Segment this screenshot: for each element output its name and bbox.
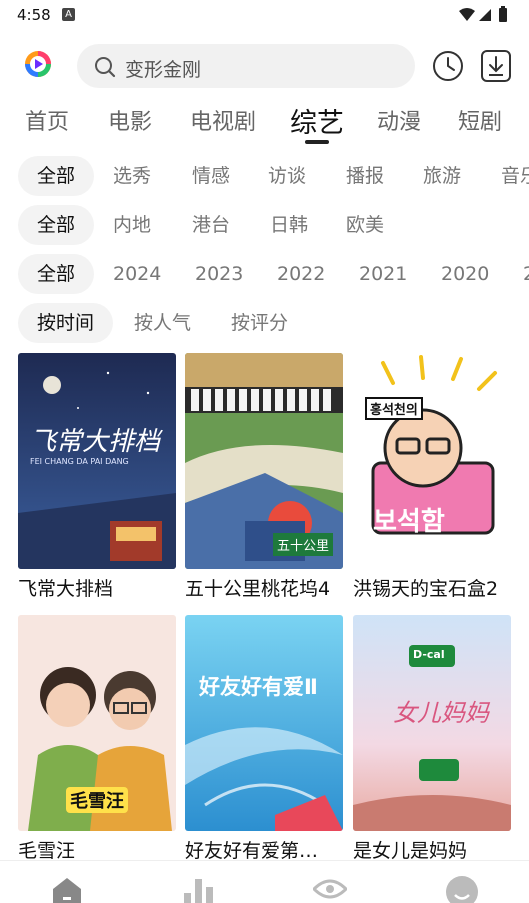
sort-chip[interactable]: 按评分	[231, 303, 288, 343]
signal-icon	[479, 9, 491, 21]
poster-title: 飞常大排档	[30, 427, 161, 457]
poster-image: 好友好有爱Ⅱ	[185, 615, 343, 831]
filter-chip[interactable]: 2021	[359, 254, 407, 294]
download-button[interactable]	[481, 50, 511, 86]
show-card[interactable]: D-cal 女儿妈妈 是女儿是妈妈	[353, 615, 511, 862]
wifi-icon	[459, 8, 475, 21]
download-icon	[481, 50, 511, 82]
show-card[interactable]: 홍석천의 보석함 洪锡天的宝石盒2	[353, 353, 511, 600]
history-button[interactable]	[432, 50, 464, 86]
tab-home[interactable]: 首页	[25, 104, 69, 136]
filter-chip[interactable]: 2024	[113, 254, 161, 294]
tab-tv[interactable]: 电视剧	[190, 104, 256, 136]
poster-image: 飞常大排档 FEI CHANG DA PAI DANG	[18, 353, 176, 569]
poster-image: 홍석천의 보석함	[353, 353, 511, 569]
notification-icon: A	[62, 8, 75, 21]
filter-sort: 按时间 按人气 按评分	[0, 303, 529, 345]
filter-chip[interactable]: 全部	[18, 205, 95, 245]
status-bar: 4:58 A	[0, 0, 529, 30]
poster-subtitle: FEI CHANG DA PAI DANG	[30, 457, 129, 466]
profile-icon[interactable]	[445, 875, 479, 903]
tab-movie[interactable]: 电影	[108, 104, 152, 136]
filter-chip[interactable]: 内地	[113, 205, 151, 245]
eye-icon[interactable]	[311, 875, 349, 903]
filter-chip[interactable]: 全部	[18, 156, 95, 196]
header: 变形金刚	[0, 40, 529, 96]
home-icon[interactable]	[50, 875, 84, 903]
filter-year: 全部 2024 2023 2022 2021 2020 2019	[0, 254, 529, 296]
show-card[interactable]: 毛雪汪 毛雪汪	[18, 615, 176, 862]
filter-chip[interactable]: 全部	[18, 254, 95, 294]
poster-title: 好友好有爱Ⅱ	[199, 675, 318, 699]
tab-short-drama[interactable]: 短剧	[458, 104, 502, 136]
filter-chip[interactable]: 情感	[192, 156, 230, 196]
poster-title: 보석함	[373, 507, 445, 537]
poster-image: D-cal 女儿妈妈	[353, 615, 511, 831]
poster-image: 毛雪汪	[18, 615, 176, 831]
show-title: 洪锡天的宝石盒2	[353, 578, 499, 600]
status-icons	[457, 6, 517, 28]
clock-icon	[433, 51, 463, 81]
filter-chip[interactable]: 旅游	[423, 156, 461, 196]
filter-chip[interactable]: 日韩	[270, 205, 308, 245]
show-title: 五十公里桃花坞4	[185, 578, 331, 600]
filter-chip[interactable]: 选秀	[113, 156, 151, 196]
show-card[interactable]: 好友好有爱Ⅱ 好友好有爱第…	[185, 615, 343, 862]
chart-icon[interactable]	[182, 875, 216, 903]
filter-chip[interactable]: 2020	[441, 254, 489, 294]
category-tabs: 首页 电影 电视剧 综艺 动漫 短剧	[0, 98, 529, 146]
filter-chip[interactable]: 2022	[277, 254, 325, 294]
status-time: 4:58	[17, 6, 51, 24]
sort-chip[interactable]: 按人气	[134, 303, 191, 343]
filter-chip[interactable]: 2019	[523, 254, 529, 294]
filter-chip[interactable]: 欧美	[346, 205, 384, 245]
poster-title: 五十公里	[273, 533, 334, 556]
filter-region: 全部 内地 港台 日韩 欧美	[0, 205, 529, 247]
filter-chip[interactable]: 访谈	[268, 156, 306, 196]
show-title: 是女儿是妈妈	[353, 840, 468, 862]
show-title: 毛雪汪	[18, 840, 76, 862]
show-card[interactable]: 飞常大排档 FEI CHANG DA PAI DANG 飞常大排档	[18, 353, 176, 600]
show-card[interactable]: 五十公里 五十公里桃花坞4	[185, 353, 343, 600]
poster-title: 女儿妈妈	[393, 699, 489, 727]
search-placeholder: 变形金刚	[125, 59, 202, 81]
sort-chip[interactable]: 按时间	[18, 303, 114, 343]
filter-chip[interactable]: 音乐	[501, 156, 529, 196]
poster-subtitle: 홍석천의	[365, 397, 423, 420]
search-icon	[94, 56, 116, 82]
tab-anime[interactable]: 动漫	[377, 104, 421, 136]
filter-genre: 全部 选秀 情感 访谈 播报 旅游 音乐	[0, 156, 529, 198]
filter-chip[interactable]: 港台	[192, 205, 230, 245]
search-bar[interactable]: 变形金刚	[77, 44, 415, 88]
tab-variety[interactable]: 综艺	[290, 101, 344, 140]
app-logo[interactable]	[24, 50, 52, 78]
battery-icon	[499, 6, 507, 22]
poster-subtitle: D-cal	[413, 648, 445, 661]
tab-indicator	[305, 140, 329, 144]
poster-image: 五十公里	[185, 353, 343, 569]
bottom-nav	[0, 860, 529, 903]
filter-chip[interactable]: 2023	[195, 254, 243, 294]
show-title: 飞常大排档	[18, 578, 114, 600]
show-title: 好友好有爱第…	[185, 840, 319, 862]
poster-title: 毛雪汪	[66, 787, 128, 813]
filter-chip[interactable]: 播报	[346, 156, 384, 196]
